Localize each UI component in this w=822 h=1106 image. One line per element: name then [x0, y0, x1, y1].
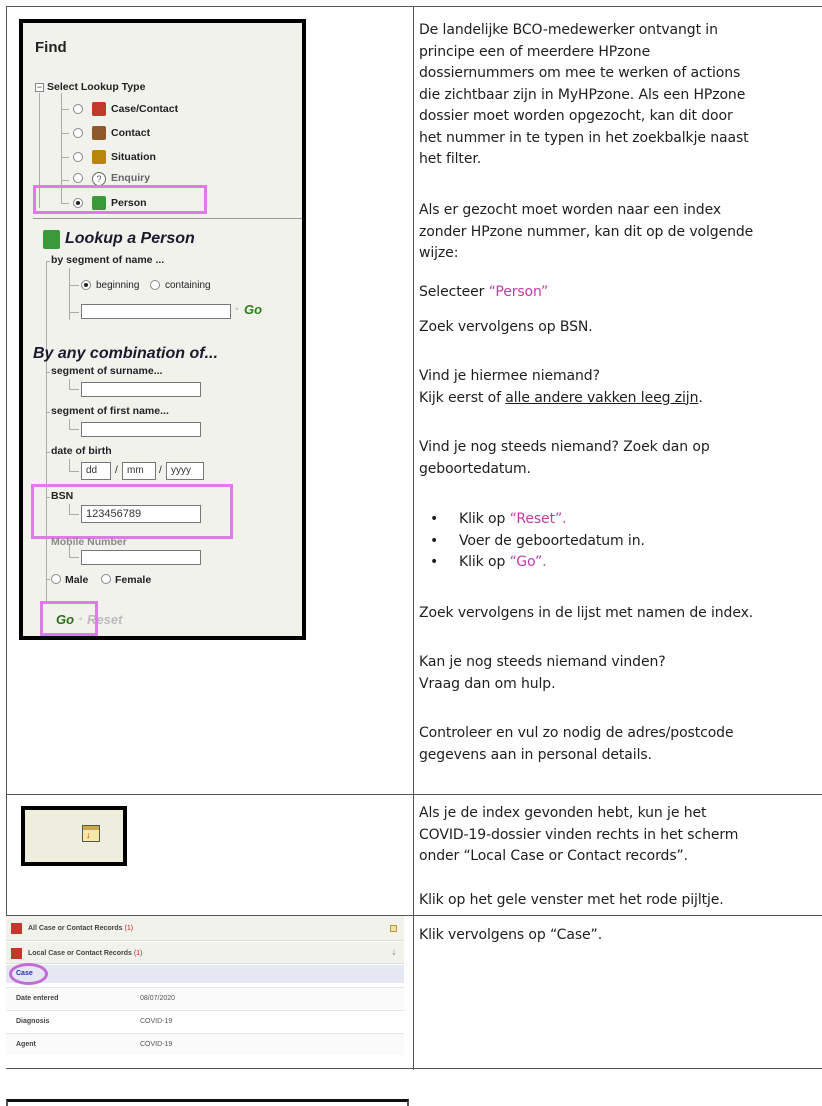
mobile-input[interactable]: [81, 550, 201, 565]
lookup-option-contact[interactable]: Contact: [111, 127, 150, 139]
list-item: Klik op “Go”.: [419, 552, 819, 574]
by-segment-label: by segment of name ...: [51, 254, 165, 266]
containing-label: containing: [165, 280, 211, 291]
intro-paragraph: De landelijke BCO-medewerker ontvangt in…: [419, 22, 749, 167]
ask-help-paragraph: Kan je nog steeds niemand vinden? Vraag d…: [419, 654, 666, 692]
radio-male[interactable]: [51, 574, 61, 584]
row-divider: [7, 794, 822, 795]
next-section-frame: [6, 1099, 409, 1106]
go-highlight: [40, 601, 98, 636]
situation-icon: [92, 150, 106, 164]
select-lookup-type-label: Select Lookup Type: [47, 81, 146, 93]
search-dob-paragraph: Vind je nog steeds niemand? Zoek dan op g…: [419, 439, 710, 477]
radio-enquiry[interactable]: [73, 173, 83, 183]
radio-beginning[interactable]: [81, 280, 91, 290]
case-contact-icon: [11, 948, 22, 959]
steps-list: Klik op “Reset”. Voer de geboortedatum i…: [419, 509, 819, 574]
yellow-window-icon[interactable]: ↓: [82, 825, 100, 842]
enquiry-icon: ?: [92, 172, 106, 186]
collapse-icon[interactable]: ⇣: [391, 949, 397, 957]
radio-contact[interactable]: [73, 128, 83, 138]
collapse-toggle[interactable]: −: [35, 83, 44, 92]
yellow-window-instruction: Klik op het gele venster met het rode pi…: [419, 892, 724, 908]
dob-year-input[interactable]: yyyy: [166, 462, 204, 480]
firstname-input[interactable]: [81, 422, 201, 437]
yellow-window-screenshot: ↓: [21, 806, 127, 866]
surname-input[interactable]: [81, 382, 201, 397]
window-icon[interactable]: [390, 925, 397, 932]
found-index-paragraph: Als je de index gevonden hebt, kun je he…: [419, 805, 739, 864]
male-label: Male: [65, 574, 89, 586]
case-contact-icon: [11, 923, 22, 934]
search-bsn-instruction: Zoek vervolgens op BSN.: [419, 319, 593, 335]
person-lookup-icon: [43, 230, 60, 249]
lookup-person-title: Lookup a Person: [65, 230, 195, 247]
column-divider: [413, 7, 414, 1070]
list-item: Voer de geboortedatum in.: [419, 531, 819, 553]
dob-month-input[interactable]: mm: [122, 462, 156, 480]
click-case-instruction: Klik vervolgens op “Case”.: [419, 927, 603, 943]
case-records-screenshot: All Case or Contact Records (1) Local Ca…: [6, 916, 404, 1068]
bsn-highlight: [31, 484, 233, 539]
beginning-label: beginning: [96, 280, 140, 291]
radio-female[interactable]: [101, 574, 111, 584]
list-item: Klik op “Reset”.: [419, 509, 819, 531]
divider: [33, 218, 302, 219]
hpzone-find-panel: Find − Select Lookup Type Case/Contact C…: [19, 19, 306, 640]
name-segment-input[interactable]: [81, 304, 231, 319]
case-contact-icon: [92, 102, 106, 116]
table-bottom-border: [6, 1068, 822, 1069]
dob-label: date of birth: [51, 445, 112, 457]
go-button-segment[interactable]: Go: [244, 302, 262, 317]
contact-icon: [92, 126, 106, 140]
case-highlight: [9, 963, 48, 985]
firstname-label: segment of first name...: [51, 405, 169, 417]
table-row: Agent COVID-19: [6, 1033, 404, 1055]
radio-situation[interactable]: [73, 152, 83, 162]
index-search-paragraph: Als er gezocht moet worden naar een inde…: [419, 202, 754, 261]
lookup-option-case-contact[interactable]: Case/Contact: [111, 103, 178, 115]
lookup-option-enquiry[interactable]: Enquiry: [111, 172, 150, 184]
find-in-list-instruction: Zoek vervolgens in de lijst met namen de…: [419, 605, 754, 621]
find-title: Find: [35, 39, 67, 56]
lookup-option-situation[interactable]: Situation: [111, 151, 156, 163]
all-records-header[interactable]: All Case or Contact Records (1): [6, 916, 404, 941]
by-any-combination-title: By any combination of...: [33, 345, 218, 362]
radio-containing[interactable]: [150, 280, 160, 290]
dob-day-input[interactable]: dd: [81, 462, 111, 480]
no-result-paragraph: Vind je hiermee niemand? Kijk eerst of a…: [419, 368, 703, 406]
table-row: Diagnosis COVID-19: [6, 1010, 404, 1032]
person-highlight: [33, 185, 207, 214]
table-row: Date entered 08/07/2020: [6, 987, 404, 1009]
select-person-instruction: Selecteer “Person”: [419, 284, 549, 300]
surname-label: segment of surname...: [51, 365, 163, 377]
local-records-header[interactable]: Local Case or Contact Records (1) ⇣: [6, 942, 404, 964]
red-arrow-icon: ↓: [86, 830, 91, 840]
female-label: Female: [115, 574, 152, 586]
mobile-label: Mobile Number: [51, 536, 127, 548]
check-details-paragraph: Controleer en vul zo nodig de adres/post…: [419, 725, 734, 763]
radio-case-contact[interactable]: [73, 104, 83, 114]
